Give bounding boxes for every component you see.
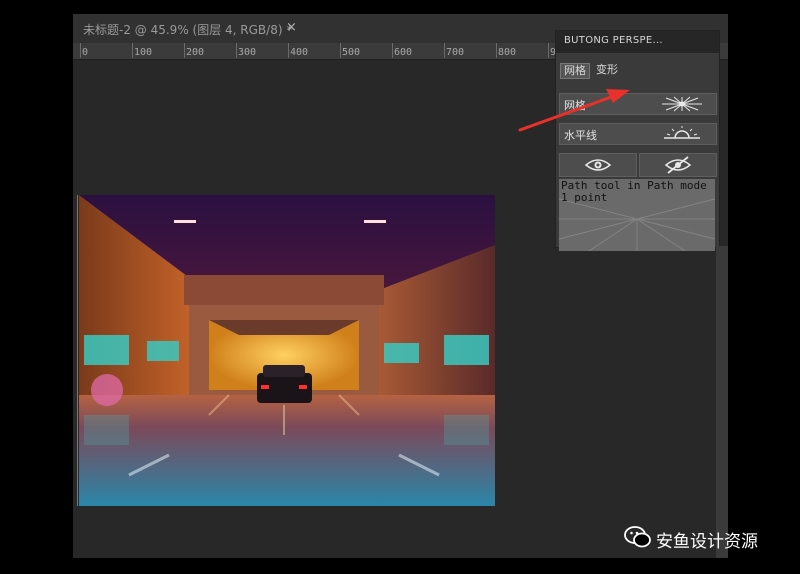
- ruler-tick-mark: [288, 43, 289, 58]
- tab-close-button[interactable]: ×: [286, 20, 297, 35]
- tab-transform[interactable]: 变形: [593, 63, 621, 77]
- hide-grid-button[interactable]: [639, 153, 717, 177]
- eye-slash-icon: [664, 156, 692, 174]
- wechat-icon: [624, 526, 651, 548]
- watermark-text: 安鱼设计资源: [656, 532, 758, 552]
- ruler-tick-label: 0: [82, 47, 89, 58]
- ruler-tick-mark: [236, 43, 237, 58]
- tab-grid[interactable]: 网格: [560, 63, 590, 79]
- butong-perspective-panel: BUTONG PERSPE... 网格 变形 网格 水平线 Path tool …: [555, 30, 720, 251]
- ruler-tick-label: 100: [134, 47, 153, 58]
- ruler-tick-mark: [444, 43, 445, 58]
- starburst-icon: [662, 96, 702, 112]
- ruler-tick-label: 200: [186, 47, 205, 58]
- grid-button-label: 网格: [564, 99, 586, 112]
- panel-header[interactable]: BUTONG PERSPE...: [556, 31, 719, 53]
- vertical-guide: [77, 195, 78, 506]
- ruler-tick-mark: [340, 43, 341, 58]
- ruler-tick-mark: [392, 43, 393, 58]
- panel-title: BUTONG PERSPE...: [564, 35, 663, 46]
- grid-button[interactable]: 网格: [559, 93, 717, 115]
- ruler-tick-label: 600: [394, 47, 413, 58]
- panel-preview: Path tool in Path mode 1 point: [559, 179, 715, 251]
- panel-scrollbar[interactable]: [716, 246, 728, 558]
- ruler-tick-label: 700: [446, 47, 465, 58]
- ruler-tick-mark: [132, 43, 133, 58]
- horizon-button-label: 水平线: [564, 129, 597, 142]
- sunrise-icon: [664, 126, 700, 139]
- show-grid-button[interactable]: [559, 153, 637, 177]
- tunnel-artwork: [79, 195, 495, 506]
- ruler-tick-label: 800: [498, 47, 517, 58]
- ruler-tick-mark: [80, 43, 81, 58]
- ruler-tick-label: 500: [342, 47, 361, 58]
- document-canvas[interactable]: [79, 195, 495, 506]
- ruler-tick-mark: [548, 43, 549, 58]
- photoshop-window: 未标题-2 @ 45.9% (图层 4, RGB/8) * × 0 100 200 3…: [73, 14, 728, 558]
- document-tab-title[interactable]: 未标题-2 @ 45.9% (图层 4, RGB/8) *: [83, 21, 292, 39]
- horizon-button[interactable]: 水平线: [559, 123, 717, 145]
- ruler-tick-mark: [496, 43, 497, 58]
- ruler-tick-label: 400: [290, 47, 309, 58]
- preview-status-text: Path tool in Path mode 1 point: [561, 179, 707, 204]
- eye-gear-icon: [584, 159, 612, 171]
- ruler-tick-label: 300: [238, 47, 257, 58]
- ruler-tick-mark: [184, 43, 185, 58]
